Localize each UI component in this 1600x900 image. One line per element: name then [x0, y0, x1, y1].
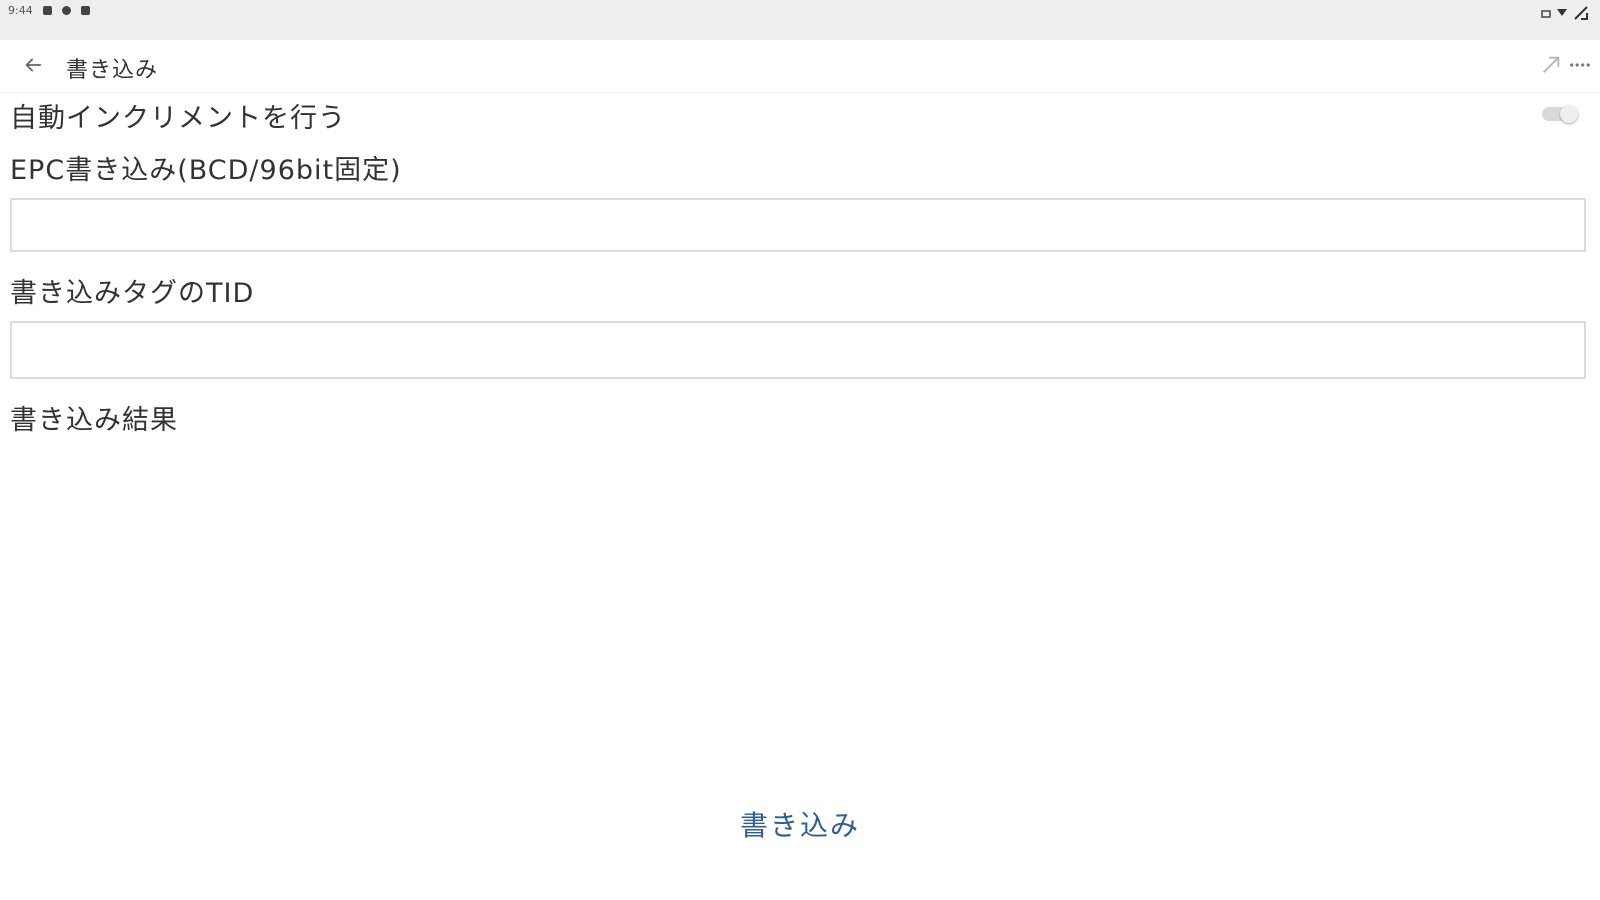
status-left: 9:44	[8, 4, 90, 17]
tid-label: 書き込みタグのTID	[10, 278, 255, 309]
write-button[interactable]: 書き込み	[700, 796, 900, 852]
top-app-bar: 書き込み	[0, 40, 1600, 93]
notification-icon	[42, 6, 52, 15]
write-result-label: 書き込み結果	[10, 405, 178, 436]
status-right	[1540, 4, 1590, 22]
epc-write-label: EPC書き込み(BCD/96bit固定)	[10, 155, 402, 186]
status-time: 9:44	[8, 4, 33, 17]
sim-icon	[1541, 10, 1551, 18]
auto-increment-switch[interactable]	[1542, 105, 1578, 123]
sync-icon	[61, 6, 71, 15]
more-icon[interactable]	[1568, 54, 1590, 76]
auto-increment-row: 自動インクリメントを行う	[10, 94, 1590, 138]
signal-icon[interactable]	[1540, 54, 1562, 76]
tid-input[interactable]	[10, 321, 1586, 379]
auto-increment-label: 自動インクリメントを行う	[10, 103, 346, 134]
status-bar: 9:44	[0, 0, 1600, 40]
battery-icon	[1574, 6, 1588, 20]
wifi-icon	[1557, 9, 1567, 16]
back-arrow-icon[interactable]	[22, 54, 44, 76]
switch-knob	[1560, 105, 1578, 123]
toolbar-actions	[1540, 54, 1590, 76]
epc-input[interactable]	[10, 198, 1586, 252]
lock-icon	[80, 6, 90, 15]
page-title: 書き込み	[66, 58, 159, 83]
